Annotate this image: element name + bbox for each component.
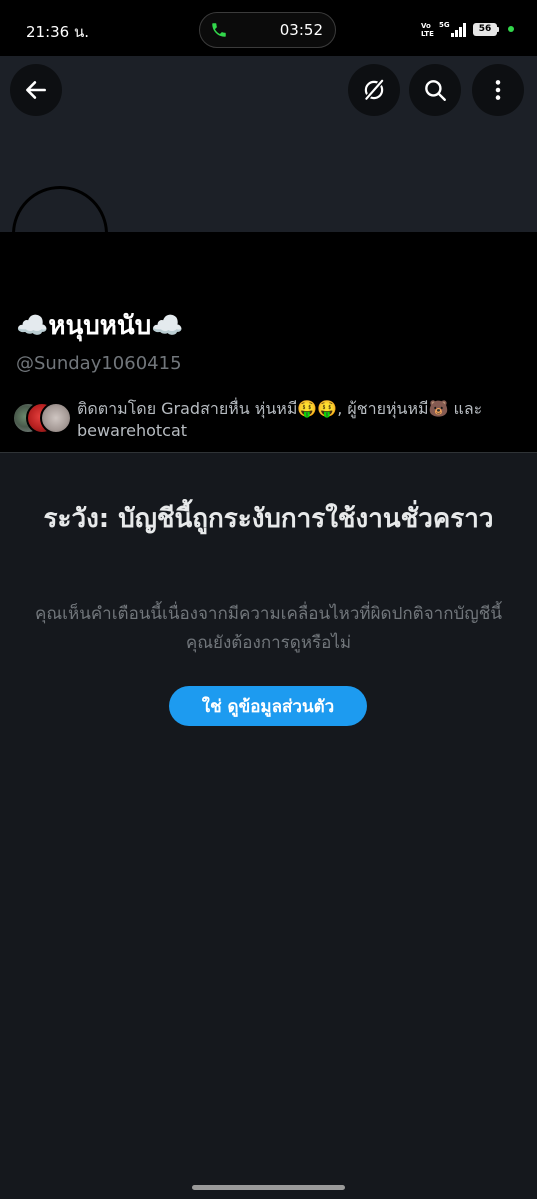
grok-button[interactable] xyxy=(348,64,400,116)
battery-tip xyxy=(497,27,499,32)
more-options-button[interactable] xyxy=(472,64,524,116)
search-icon xyxy=(425,80,446,101)
back-arrow-icon xyxy=(26,81,46,99)
battery-icon: 56 xyxy=(473,23,497,36)
privacy-indicator-dot xyxy=(508,26,514,32)
user-handle: @Sunday1060415 xyxy=(16,353,182,374)
profile-screen: 21:36 น. 03:52 Vo LTE 5G 56 ☁️หนุบหนับ☁️… xyxy=(0,0,537,1199)
network-type-icon: 5G xyxy=(439,21,450,29)
home-indicator[interactable] xyxy=(192,1185,345,1190)
search-button[interactable] xyxy=(409,64,461,116)
follower-avatar xyxy=(40,402,72,434)
ongoing-call-pill[interactable]: 03:52 xyxy=(199,12,336,48)
display-name: ☁️หนุบหนับ☁️ xyxy=(16,311,184,341)
call-timer: 03:52 xyxy=(279,21,323,39)
status-icons: Vo LTE 5G 56 xyxy=(415,20,525,40)
followed-by-text[interactable]: ติดตามโดย Gradสายหื่น หุ่นหมี🤑🤑, ผู้ชายห… xyxy=(77,398,522,442)
battery-level: 56 xyxy=(478,24,492,34)
status-time: 21:36 น. xyxy=(26,23,90,41)
volte-icon: Vo LTE xyxy=(421,22,434,38)
grok-icon xyxy=(363,78,385,102)
more-vertical-icon xyxy=(495,80,501,100)
status-bar: 21:36 น. 03:52 Vo LTE 5G 56 xyxy=(0,0,537,56)
followers-you-know-avatars[interactable] xyxy=(12,402,72,434)
divider xyxy=(0,452,537,453)
warning-title: ระวัง: บัญชีนี้ถูกระงับการใช้งานชั่วคราว xyxy=(43,504,494,534)
back-button[interactable] xyxy=(10,64,62,116)
warning-message: คุณเห็นคำเตือนนี้เนื่องจากมีความเคลื่อนไ… xyxy=(35,604,502,653)
phone-icon xyxy=(210,21,228,39)
view-profile-button[interactable]: ใช่ ดูข้อมูลส่วนตัว xyxy=(169,686,367,726)
signal-icon xyxy=(451,22,467,37)
